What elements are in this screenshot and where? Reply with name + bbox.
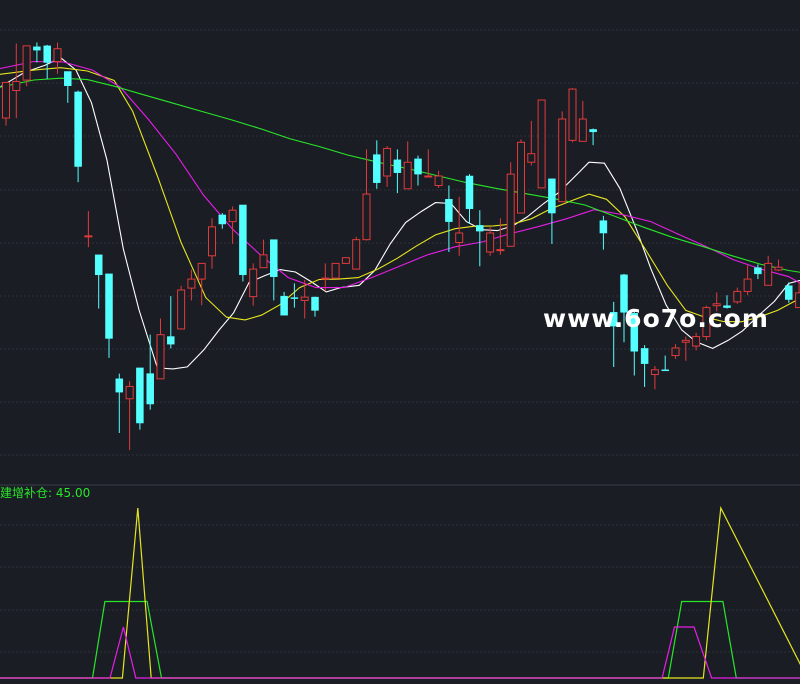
candle-body	[403, 161, 412, 190]
candle-body	[764, 262, 773, 286]
candle-body	[393, 159, 402, 173]
candle-body	[424, 175, 433, 178]
candle-body	[476, 225, 484, 232]
candle-body	[486, 232, 495, 253]
candle-body	[743, 278, 752, 292]
up-candle	[177, 285, 186, 330]
candle-body	[270, 239, 278, 277]
candle-body	[311, 296, 319, 311]
up-candle	[22, 45, 31, 87]
candle-body	[22, 45, 31, 81]
candle-body	[496, 249, 505, 252]
candle-body	[53, 48, 62, 63]
candle-body	[733, 290, 742, 303]
candle-body	[239, 204, 247, 276]
candle-body	[692, 336, 701, 347]
candle-body	[661, 369, 669, 372]
candle-body	[218, 214, 227, 225]
candle-body	[445, 199, 453, 222]
candle-body	[341, 257, 350, 264]
candle-body	[589, 129, 597, 133]
candle-body	[362, 193, 371, 241]
candle-body	[465, 175, 474, 210]
candle-body	[321, 277, 330, 280]
up-candle	[352, 236, 361, 270]
candle-body	[280, 295, 288, 316]
up-candle	[517, 139, 525, 214]
candle-body	[197, 262, 206, 280]
candle-body	[259, 254, 268, 269]
watermark-text: www.6o7o.com	[543, 304, 769, 333]
candle-body	[795, 292, 800, 309]
candle-body	[383, 147, 392, 177]
candle-body	[105, 273, 113, 339]
candle-body	[754, 267, 762, 275]
down-candle	[239, 204, 247, 282]
candle-body	[125, 385, 134, 400]
candle-body	[640, 348, 649, 364]
candle-body	[414, 158, 422, 175]
candle-body	[527, 153, 536, 163]
candle-body	[167, 336, 175, 345]
candle-body	[290, 297, 299, 299]
candle-body	[434, 175, 443, 186]
stock-chart	[0, 0, 800, 684]
candle-body	[177, 289, 186, 330]
up-candle	[568, 88, 577, 143]
candle-body	[650, 369, 659, 376]
candle-body	[187, 278, 196, 289]
up-candle	[341, 257, 350, 264]
down-candle	[136, 367, 144, 430]
candle-body	[228, 209, 237, 223]
candle-body	[249, 268, 258, 298]
candle-body	[455, 232, 464, 243]
up-candle	[558, 111, 567, 203]
candle-body	[64, 71, 72, 86]
candle-body	[352, 239, 361, 270]
up-candle	[537, 99, 546, 189]
indicator-name: 建增补仓:	[0, 486, 53, 500]
candle-body	[681, 339, 690, 343]
indicator-value: 45.00	[55, 486, 91, 500]
candle-body	[146, 373, 154, 405]
up-candle	[331, 262, 340, 279]
candle-body	[115, 378, 124, 393]
candle-body	[94, 254, 103, 276]
candle-body	[548, 178, 556, 214]
candle-body	[517, 141, 525, 214]
candle-body	[156, 334, 165, 380]
candle-body	[774, 266, 783, 271]
chart-background	[0, 0, 800, 684]
candle-body	[537, 99, 546, 189]
candle-body	[300, 296, 309, 301]
candle-body	[331, 262, 340, 279]
indicator-label: 建增补仓: 45.00	[0, 484, 90, 501]
candle-body	[578, 118, 587, 142]
candle-body	[506, 173, 515, 247]
candle-body	[568, 88, 577, 141]
candle-body	[43, 45, 51, 63]
candle-body	[208, 226, 216, 257]
candle-body	[558, 118, 567, 203]
candle-body	[84, 235, 93, 238]
candle-body	[599, 220, 608, 234]
candle-body	[74, 91, 82, 167]
candle-body	[785, 285, 793, 300]
candle-body	[373, 154, 381, 183]
up-candle	[506, 162, 515, 247]
candle-body	[136, 367, 144, 424]
candle-body	[12, 80, 21, 91]
candle-body	[2, 81, 10, 119]
candle-body	[33, 46, 41, 51]
candle-body	[671, 347, 680, 357]
